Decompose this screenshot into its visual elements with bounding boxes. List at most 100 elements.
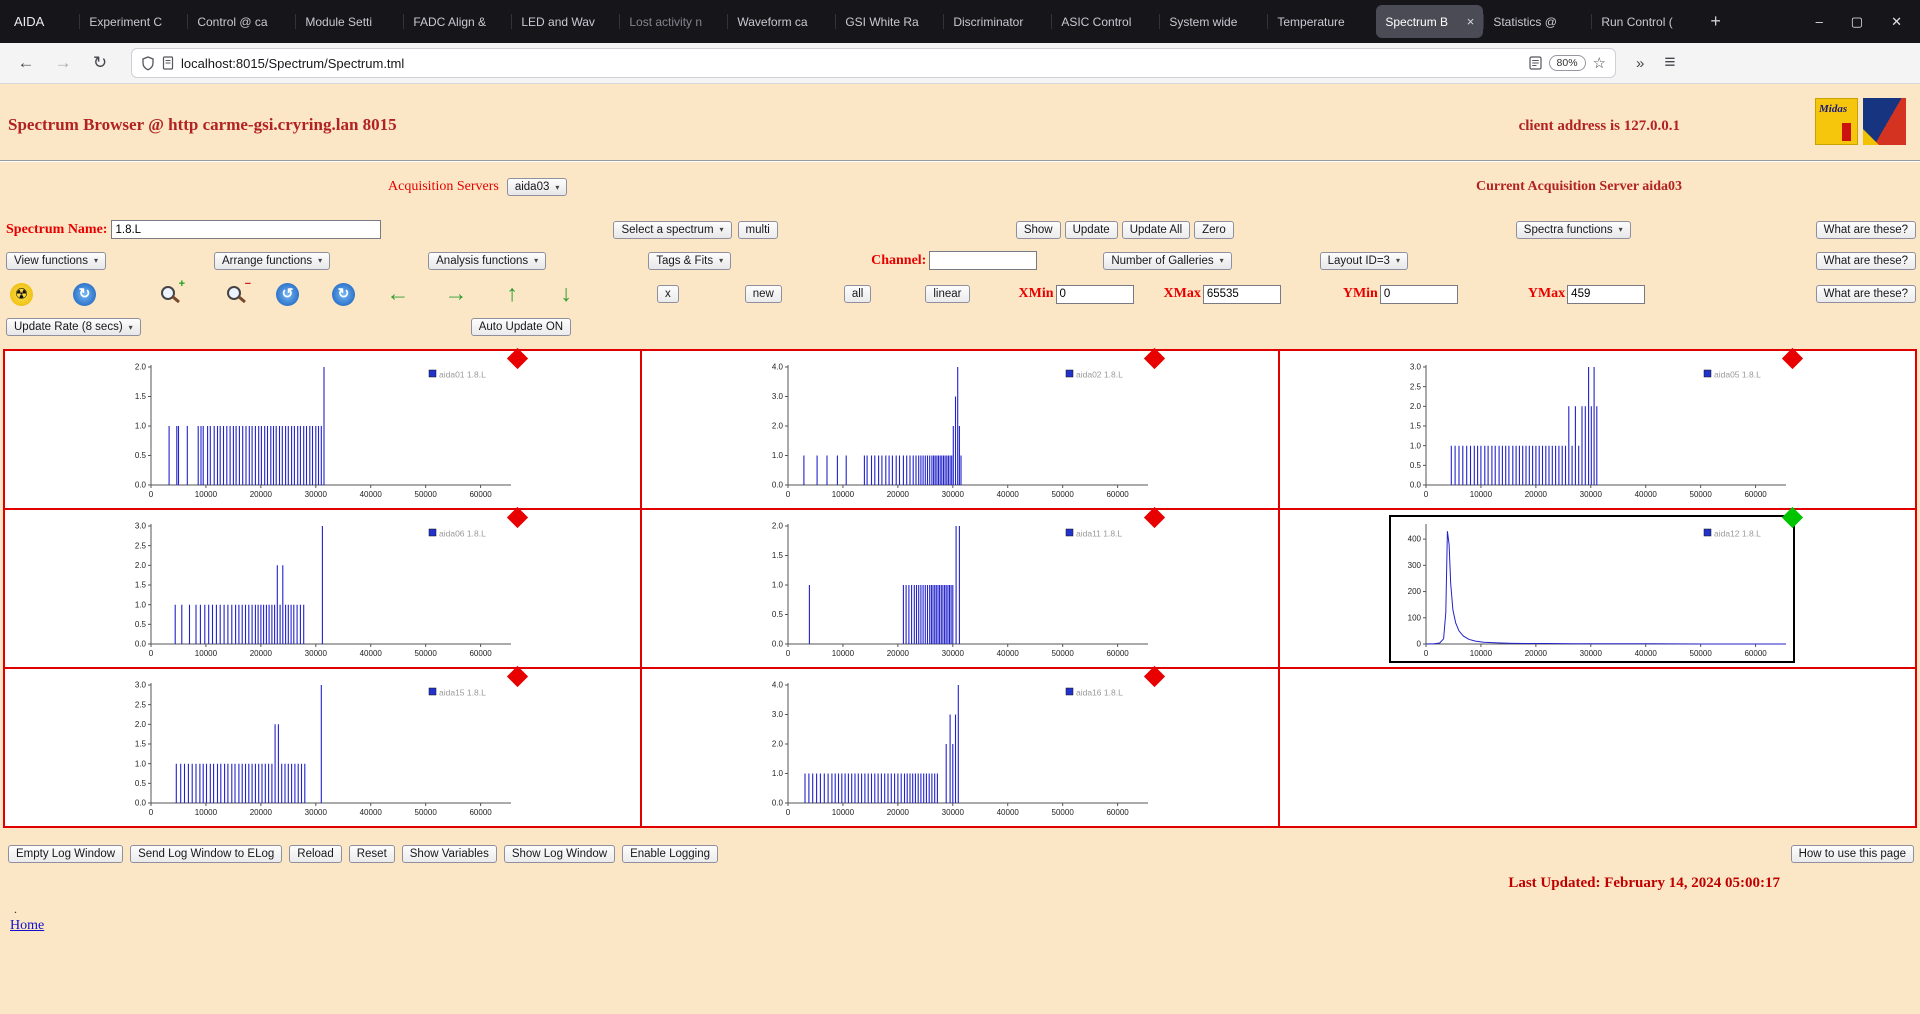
site-info-icon[interactable] <box>162 56 174 70</box>
hamburger-menu-icon[interactable]: ≡ <box>1664 52 1675 74</box>
url-text[interactable]: localhost:8015/Spectrum/Spectrum.tml <box>181 56 1529 71</box>
back-button[interactable]: ← <box>15 53 37 73</box>
svg-text:30000: 30000 <box>305 649 328 658</box>
empty-log-window-button[interactable]: Empty Log Window <box>8 845 123 863</box>
what-are-these-button[interactable]: What are these? <box>1816 252 1916 270</box>
rotate-cw-icon[interactable]: ↻ <box>332 283 355 306</box>
auto-update-button[interactable]: Auto Update ON <box>471 318 571 336</box>
browser-tab[interactable]: LED and Wav <box>512 5 619 38</box>
reload-button[interactable]: ↻ <box>89 53 111 73</box>
all-button[interactable]: all <box>844 285 872 303</box>
new-tab-button[interactable]: + <box>1710 11 1721 32</box>
reader-view-icon[interactable] <box>1529 56 1542 70</box>
url-bar[interactable]: localhost:8015/Spectrum/Spectrum.tml 80%… <box>131 48 1616 78</box>
browser-tab[interactable]: Control @ ca <box>188 5 295 38</box>
svg-text:0.0: 0.0 <box>772 481 784 490</box>
browser-tab[interactable]: Spectrum B× <box>1376 5 1483 38</box>
channel-input[interactable] <box>929 251 1037 270</box>
tags-fits-dropdown[interactable]: Tags & Fits ▾ <box>648 252 731 270</box>
shield-icon[interactable] <box>141 56 155 71</box>
xmin-input[interactable] <box>1056 285 1134 304</box>
browser-tab[interactable]: GSI White Ra <box>836 5 943 38</box>
move-left-icon[interactable]: ← <box>385 282 411 306</box>
layout-id-value: Layout ID=3 <box>1328 255 1390 267</box>
zoom-in-icon[interactable]: + <box>158 282 182 306</box>
browser-tab[interactable]: ASIC Control <box>1052 5 1159 38</box>
what-are-these-button[interactable]: What are these? <box>1816 285 1916 303</box>
svg-text:0: 0 <box>786 649 791 658</box>
show-log-window-button[interactable]: Show Log Window <box>504 845 615 863</box>
multi-button[interactable]: multi <box>738 221 778 239</box>
ymax-input[interactable] <box>1567 285 1645 304</box>
reload-page-button[interactable]: Reload <box>289 845 341 863</box>
browser-window: AIDA Experiment CControl @ caModule Sett… <box>0 0 1920 84</box>
close-button[interactable]: ✕ <box>1891 14 1902 30</box>
forward-button[interactable]: → <box>52 53 74 73</box>
update-all-button[interactable]: Update All <box>1122 221 1190 239</box>
xmax-input[interactable] <box>1203 285 1281 304</box>
spectrum-plot: 0.00.51.01.52.02.53.00100002000030000400… <box>117 677 517 819</box>
show-button[interactable]: Show <box>1016 221 1061 239</box>
spectrum-chart-aida11[interactable]: 0.00.51.01.52.00100002000030000400005000… <box>754 518 1154 660</box>
browser-tab[interactable]: Lost activity n <box>620 5 727 38</box>
browser-tab[interactable]: Statistics @ <box>1484 5 1591 38</box>
browser-tab[interactable]: FADC Align & <box>404 5 511 38</box>
browser-tab[interactable]: Module Setti <box>296 5 403 38</box>
linear-button[interactable]: linear <box>925 285 969 303</box>
spectrum-chart-aida02[interactable]: 0.01.02.03.04.00100002000030000400005000… <box>754 359 1154 501</box>
layout-id-dropdown[interactable]: Layout ID=3 ▾ <box>1320 252 1408 270</box>
browser-tab[interactable]: Waveform ca <box>728 5 835 38</box>
number-of-galleries-dropdown[interactable]: Number of Galleries ▾ <box>1103 252 1231 270</box>
select-spectrum-dropdown[interactable]: Select a spectrum ▾ <box>613 221 731 239</box>
number-of-galleries-value: Number of Galleries <box>1111 255 1213 267</box>
browser-tab[interactable]: System wide <box>1160 5 1267 38</box>
spectrum-chart-aida06[interactable]: 0.00.51.01.52.02.53.00100002000030000400… <box>117 518 517 660</box>
move-right-icon[interactable]: → <box>443 282 469 306</box>
move-up-icon[interactable]: ↑ <box>499 282 525 306</box>
view-functions-dropdown[interactable]: View functions ▾ <box>6 252 106 270</box>
badge: + <box>179 278 185 290</box>
acquisition-server-select[interactable]: aida03 ▾ <box>507 178 568 196</box>
update-rate-dropdown[interactable]: Update Rate (8 secs) ▾ <box>6 318 141 336</box>
what-are-these-button[interactable]: What are these? <box>1816 221 1916 239</box>
spectrum-chart-aida01[interactable]: 0.00.51.01.52.00100002000030000400005000… <box>117 359 517 501</box>
browser-tab[interactable]: Run Control ( <box>1592 5 1699 38</box>
divider <box>0 160 1920 162</box>
how-to-use-button[interactable]: How to use this page <box>1791 845 1914 863</box>
zoom-level-badge[interactable]: 80% <box>1549 55 1586 71</box>
svg-text:0: 0 <box>149 808 154 817</box>
enable-logging-button[interactable]: Enable Logging <box>622 845 718 863</box>
new-button[interactable]: new <box>745 285 782 303</box>
spectrum-chart-aida12[interactable]: 0100200300400010000200003000040000500006… <box>1392 518 1792 660</box>
arrange-functions-dropdown[interactable]: Arrange functions ▾ <box>214 252 330 270</box>
sync-icon[interactable]: ↻ <box>73 283 96 306</box>
svg-text:40000: 40000 <box>1634 649 1657 658</box>
ymin-input[interactable] <box>1380 285 1458 304</box>
tab-close-icon[interactable]: × <box>1467 14 1475 29</box>
show-variables-button[interactable]: Show Variables <box>402 845 497 863</box>
rotate-ccw-icon[interactable]: ↺ <box>276 283 299 306</box>
zero-button[interactable]: Zero <box>1194 221 1234 239</box>
zoom-out-icon[interactable]: − <box>224 282 248 306</box>
update-button[interactable]: Update <box>1065 221 1118 239</box>
analysis-functions-dropdown[interactable]: Analysis functions ▾ <box>428 252 546 270</box>
spectrum-chart-aida15[interactable]: 0.00.51.01.52.02.53.00100002000030000400… <box>117 677 517 819</box>
maximize-button[interactable]: ▢ <box>1851 14 1863 30</box>
x-axis-button[interactable]: x <box>657 285 679 303</box>
spectrum-name-input[interactable] <box>111 220 381 239</box>
source-icon[interactable]: ☢ <box>10 283 33 306</box>
arrange-functions-value: Arrange functions <box>222 255 312 267</box>
browser-tab[interactable]: Temperature <box>1268 5 1375 38</box>
home-link[interactable]: Home <box>10 918 44 934</box>
browser-tab[interactable]: Discriminator <box>944 5 1051 38</box>
move-down-icon[interactable]: ↓ <box>553 282 579 306</box>
minimize-button[interactable]: – <box>1816 14 1823 30</box>
browser-tab[interactable]: Experiment C <box>80 5 187 38</box>
spectra-functions-dropdown[interactable]: Spectra functions ▾ <box>1516 221 1631 239</box>
reset-button[interactable]: Reset <box>349 845 395 863</box>
spectrum-chart-aida16[interactable]: 0.01.02.03.04.00100002000030000400005000… <box>754 677 1154 819</box>
spectrum-chart-aida05[interactable]: 0.00.51.01.52.02.53.00100002000030000400… <box>1392 359 1792 501</box>
send-log-to-elog-button[interactable]: Send Log Window to ELog <box>130 845 282 863</box>
bookmark-star-icon[interactable]: ☆ <box>1593 54 1606 72</box>
overflow-menu-icon[interactable]: » <box>1636 55 1644 72</box>
